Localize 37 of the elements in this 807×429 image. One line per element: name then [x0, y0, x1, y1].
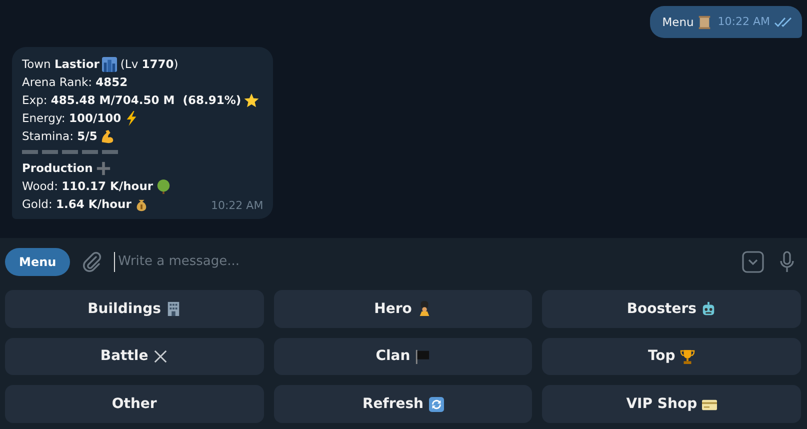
keyboard-button[interactable]: Buildings [5, 290, 264, 328]
keyboard-button[interactable]: Hero [274, 290, 532, 328]
refresh-icon [428, 396, 444, 412]
keyboard-button[interactable]: Boosters [542, 290, 801, 328]
keyboard-button[interactable]: Top [542, 338, 801, 376]
keyboard-button[interactable]: Refresh [274, 385, 532, 423]
keyboard-button[interactable]: VIP Shop [542, 385, 801, 423]
scroll-icon [696, 14, 712, 30]
flexed-arm-icon [100, 128, 116, 144]
message-text: Wood: 110.17 K/hour [22, 178, 154, 195]
message-text: Arena Rank: 4852 [22, 74, 128, 91]
keyboard-button[interactable]: Other [5, 385, 264, 423]
robot-icon [701, 301, 716, 316]
office-building-icon [166, 301, 182, 316]
message-text: Exp: 485.48 M/704.50 M (68.91%) [22, 92, 242, 109]
message-text: (Lv 1770) [120, 56, 178, 73]
message-time: 10:22 AM [210, 198, 264, 214]
message-text: Stamina: 5/5 [22, 128, 98, 145]
message-composer[interactable]: Menu Write a message... [0, 237, 807, 285]
message-text: Town Lastior [22, 56, 100, 73]
message-text: Gold: 1.64 K/hour [22, 196, 132, 213]
keyboard-toggle-icon[interactable] [741, 250, 765, 274]
plus-icon [96, 160, 111, 176]
city-icon [102, 56, 118, 72]
message-time: 10:22 AM [718, 14, 770, 30]
crossed-swords-icon [153, 348, 168, 364]
keyboard-button[interactable]: Clan [274, 338, 532, 376]
flag-icon [415, 348, 430, 364]
message-text: Energy: 100/100 [22, 110, 122, 127]
tree-icon [156, 178, 172, 194]
message-text: Menu [662, 14, 694, 31]
star-icon [244, 92, 260, 108]
trophy-icon [680, 348, 696, 364]
message-input[interactable]: Write a message... [114, 252, 731, 272]
message-text: Production [22, 160, 93, 177]
menu-button[interactable]: Menu [5, 248, 70, 276]
keyboard-button[interactable]: Battle [5, 338, 264, 376]
